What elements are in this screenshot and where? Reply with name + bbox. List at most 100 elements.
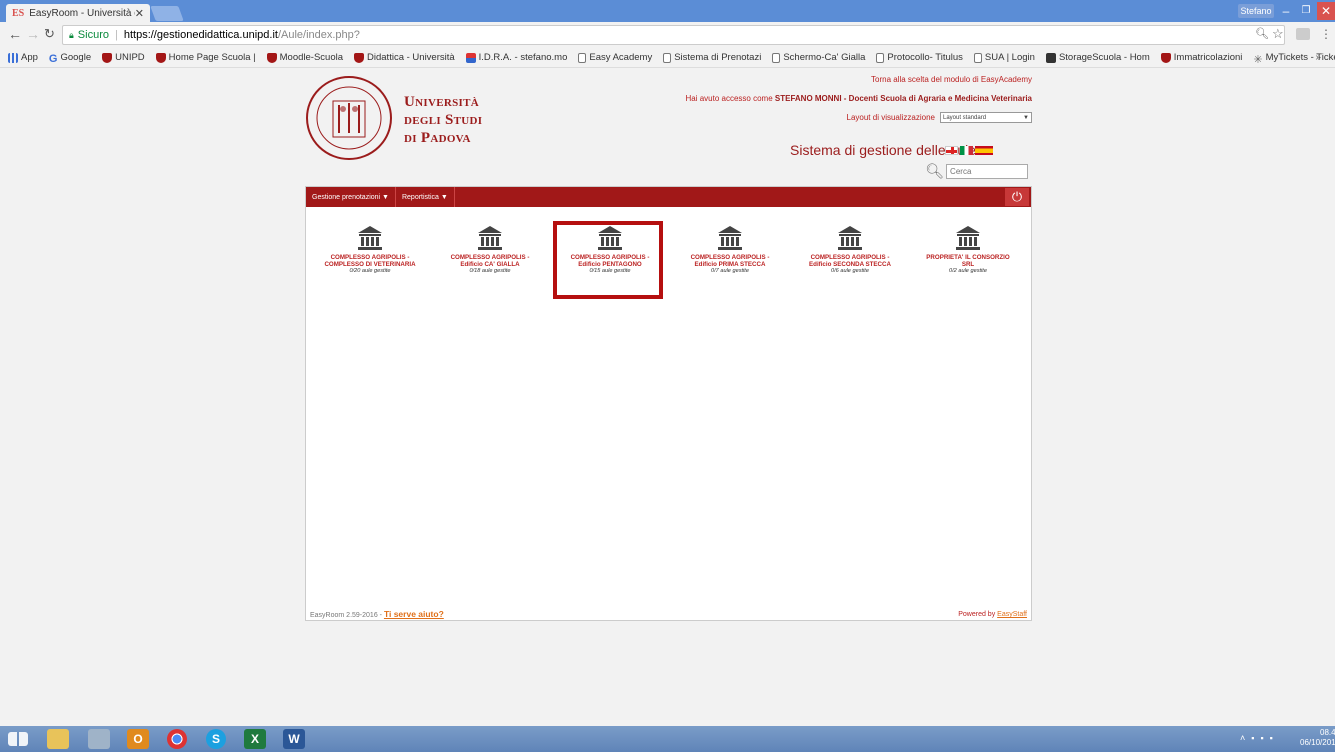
page-icon [973, 52, 982, 63]
university-name: Università degli Studi di Padova [404, 93, 482, 147]
building-icon [358, 226, 382, 250]
browser-tab[interactable]: ES EasyRoom - Università d ✕ [6, 4, 150, 22]
network-icon[interactable]: ▪ [1251, 733, 1254, 743]
chrome-icon[interactable] [167, 729, 187, 749]
url-separator: | [114, 29, 118, 41]
bookmark-item[interactable]: I.D.R.A. - stefano.mo [465, 52, 567, 63]
tile-room-count: 0/7 aule gestite [711, 268, 749, 274]
language-flags [945, 146, 995, 155]
search-row: 🔍︎ [925, 162, 1029, 180]
tray-chevron-icon[interactable]: ˄ [1240, 733, 1245, 743]
layout-select-value: Layout standard [943, 114, 987, 121]
bookmark-label: Protocollo- Titulus [887, 52, 963, 63]
menu-reportistica[interactable]: Reportistica ▼ [396, 187, 455, 207]
url-bar[interactable]: 🔒︎ Sicuro | https://gestionedidattica.un… [62, 25, 1285, 45]
bookmark-label: App [21, 52, 38, 63]
clock[interactable]: 08.45 06/10/2017 [1300, 728, 1335, 748]
calculator-icon[interactable] [88, 729, 110, 749]
tab-title: EasyRoom - Università d [29, 7, 135, 19]
bookmark-item[interactable]: Home Page Scuola | [155, 52, 256, 63]
uk-flag-icon[interactable] [945, 146, 958, 155]
bookmark-item[interactable]: Didattica - Università [354, 52, 455, 63]
chevron-down-icon: ▼ [1023, 114, 1029, 121]
url-host: https://gestionedidattica.unipd.it [123, 29, 278, 41]
selection-highlight [553, 221, 663, 299]
bookmark-star-icon[interactable]: ☆ [1272, 26, 1284, 42]
bookmark-item[interactable]: SUA | Login [973, 52, 1035, 63]
bookmark-item[interactable]: Schermo-Ca' Gialla [772, 52, 865, 63]
taskbar: O S X W ˄ ▪ ▪ ▪ 08.45 06/10/2017 [0, 726, 1335, 752]
search-input[interactable] [946, 163, 1029, 179]
bookmark-item[interactable]: Moodle-Scuola [266, 52, 343, 63]
bookmark-item[interactable]: G Google [48, 52, 91, 65]
bookmark-item[interactable]: Sistema di Prenotazi [663, 52, 761, 63]
layout-label: Layout di visualizzazione [846, 113, 936, 122]
zoom-icon[interactable]: 🔍︎ [1255, 27, 1269, 40]
bookmark-item[interactable]: StorageScuola - Hom [1045, 52, 1150, 63]
tile-title-line2: Edificio SECONDA STECCA [809, 261, 891, 268]
word-icon[interactable]: W [283, 729, 305, 749]
bookmark-item[interactable]: Easy Academy [578, 52, 652, 63]
layout-row: Layout di visualizzazione Layout standar… [846, 112, 1032, 123]
excel-icon[interactable]: X [244, 729, 266, 749]
profile-button[interactable]: Stefano [1238, 4, 1274, 18]
back-to-module-link[interactable]: Torna alla scelta del modulo di EasyAcad… [871, 75, 1032, 84]
tab-close-icon[interactable]: ✕ [135, 7, 144, 20]
building-tiles: COMPLESSO AGRIPOLIS - COMPLESSO DI VETERI… [311, 225, 1026, 305]
bookmarks-bar: App G Google UNIPD Home Page Scuola | Moodle-… [0, 48, 1335, 68]
tab-favicon: ES [12, 7, 25, 19]
building-icon [838, 226, 862, 250]
building-tile[interactable]: COMPLESSO AGRIPOLIS - COMPLESSO DI VETERI… [311, 225, 429, 293]
building-tile[interactable]: COMPLESSO AGRIPOLIS - Edificio SECONDA ST… [791, 225, 909, 293]
layout-select[interactable]: Layout standard ▼ [940, 112, 1032, 123]
page-icon [772, 52, 781, 63]
browser-menu-icon[interactable]: ⋮ [1320, 27, 1332, 41]
bookmarks-overflow-icon[interactable]: » [1315, 52, 1321, 63]
bookmark-item[interactable]: UNIPD [102, 52, 145, 63]
tile-title-line2: COMPLESSO DI VETERINARIA [324, 261, 416, 268]
powered-by-link[interactable]: EasyStaff [997, 611, 1027, 618]
power-icon[interactable]: ⏻ [1005, 188, 1029, 206]
building-tile[interactable]: COMPLESSO AGRIPOLIS - Edificio CA' GIALLA… [431, 225, 549, 293]
new-tab-button[interactable] [150, 6, 184, 21]
italy-flag-icon[interactable] [960, 146, 973, 155]
access-info: Hai avuto accesso come STEFANO MONNI - D… [686, 94, 1033, 103]
file-explorer-icon[interactable] [47, 729, 69, 749]
outlook-icon[interactable]: O [127, 729, 149, 749]
star-icon: ✳ [1253, 53, 1263, 66]
security-label: Sicuro [77, 29, 109, 41]
google-icon: G [48, 52, 58, 65]
bookmark-item[interactable]: Protocollo- Titulus [876, 52, 963, 63]
bookmark-item[interactable]: ✳MyTickets - Ticket - C [1253, 52, 1335, 66]
spain-flag-icon[interactable] [975, 146, 993, 155]
forward-arrow-icon[interactable]: → [26, 27, 40, 41]
extension-icon[interactable] [1296, 28, 1310, 40]
search-icon[interactable]: 🔍︎ [925, 162, 944, 180]
volume-icon[interactable]: ▪ [1270, 733, 1273, 743]
tile-room-count: 0/18 aule gestite [469, 268, 511, 274]
reload-icon[interactable]: ↻ [44, 27, 55, 41]
building-tile[interactable]: PROPRIETA' IL CONSORZIO SRL 0/2 aule gesti… [909, 225, 1027, 293]
restore-icon[interactable]: ❐ [1296, 2, 1316, 20]
close-window-icon[interactable]: ✕ [1317, 2, 1335, 20]
access-prefix: Hai avuto accesso come [685, 94, 773, 103]
bookmark-item[interactable]: Immatricolazioni [1160, 52, 1242, 63]
menu-gestione-prenotazioni[interactable]: Gestione prenotazioni ▼ [306, 187, 396, 207]
skype-icon[interactable]: S [206, 729, 226, 749]
university-name-line3: di Padova [404, 130, 471, 146]
page-icon [876, 52, 885, 63]
windows-start-icon[interactable] [8, 732, 28, 746]
university-seal-icon [306, 76, 392, 160]
tile-title-line2: Edificio CA' GIALLA [460, 261, 520, 268]
help-link[interactable]: Ti serve aiuto? [384, 609, 444, 619]
bookmark-label: Didattica - Università [367, 52, 455, 63]
minimize-icon[interactable]: – [1276, 2, 1296, 20]
page-content: Università degli Studi di Padova Torna a… [0, 69, 1335, 726]
building-icon [478, 226, 502, 250]
bookmark-label: UNIPD [115, 52, 145, 63]
shield-icon [266, 52, 277, 63]
building-tile[interactable]: COMPLESSO AGRIPOLIS - Edificio PRIMA STEC… [671, 225, 789, 293]
back-arrow-icon[interactable]: ← [8, 27, 22, 41]
security-icon[interactable]: ▪ [1260, 733, 1263, 743]
bookmark-item[interactable]: App [8, 52, 38, 63]
